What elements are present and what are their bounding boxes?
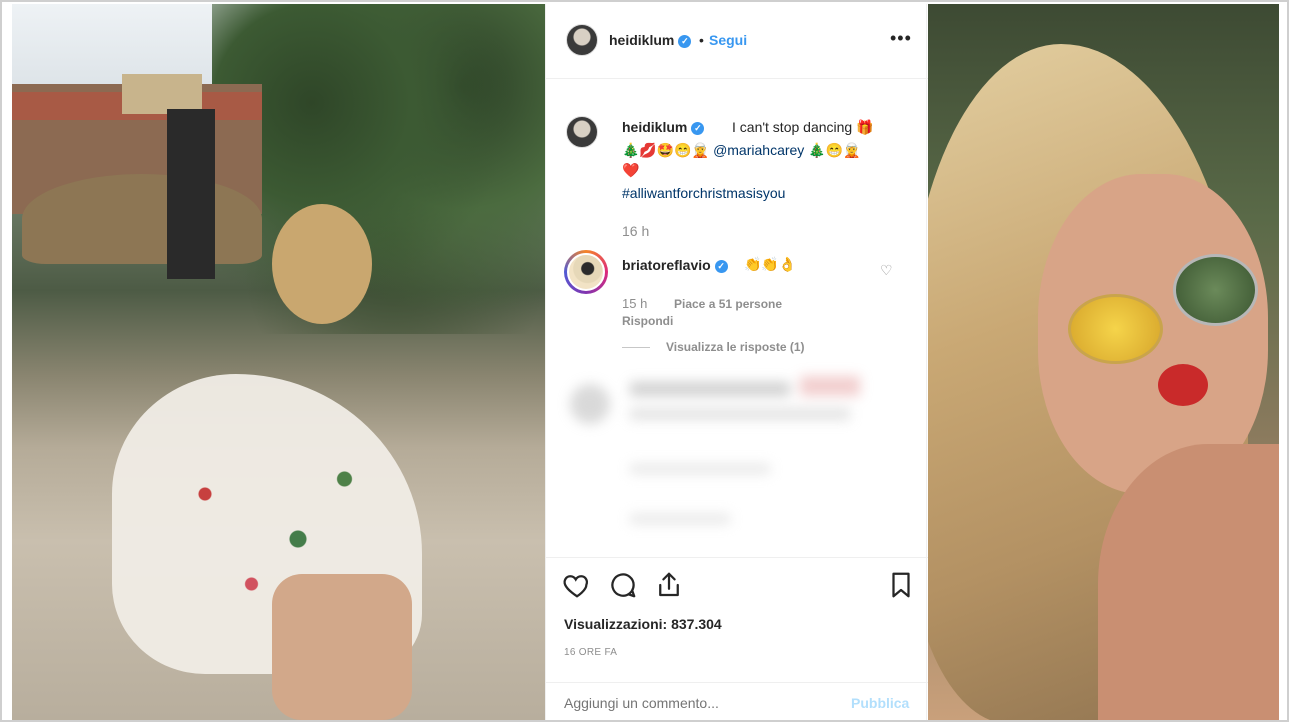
post-date[interactable]: 16 ORE FA [564, 647, 617, 658]
blurred-text [630, 464, 770, 474]
photo-person-legs [272, 574, 412, 720]
photo-straw-hut [22, 174, 262, 264]
comment-likes[interactable]: Piace a 51 persone [674, 297, 782, 311]
instagram-post-panel: heidiklum ✓ • Segui ••• heidiklum ✓ I can'… [545, 4, 928, 722]
right-photo-closeup [928, 4, 1279, 720]
caption-username[interactable]: heidiklum ✓ [622, 119, 705, 135]
follow-button[interactable]: Segui [709, 32, 747, 48]
caption-emojis: 🎄💋🤩😁🧝 [622, 142, 710, 158]
commenter-avatar-image [567, 253, 605, 291]
comment-timestamp[interactable]: 15 h [622, 296, 647, 311]
comment-username[interactable]: briatoreflavio ✓ [622, 257, 728, 273]
replies-divider [622, 347, 650, 349]
bookmark-icon[interactable] [886, 570, 916, 600]
caption-avatar[interactable] [566, 116, 598, 148]
mention-link[interactable]: @mariahcarey [713, 142, 804, 158]
photo-tower [122, 74, 202, 114]
screenshot-frame: heidiklum ✓ • Segui ••• heidiklum ✓ I can'… [0, 0, 1289, 722]
photo-red-lips [1158, 364, 1208, 406]
comment-username-text[interactable]: briatoreflavio [622, 257, 711, 273]
photo-sunglasses-lens-green [1173, 254, 1258, 326]
view-replies-label[interactable]: Visualizza le risposte (1) [666, 340, 805, 354]
caption-timestamp[interactable]: 16 h [622, 223, 649, 239]
blurred-avatar [570, 384, 610, 424]
comment-icon[interactable] [608, 570, 638, 600]
verified-badge-icon: ✓ [714, 259, 728, 273]
publish-button[interactable]: Pubblica [851, 695, 909, 711]
add-comment-bar: Pubblica [546, 682, 928, 724]
photo-sunglasses-lens-yellow [1068, 294, 1163, 364]
more-options-icon[interactable]: ••• [890, 28, 912, 49]
verified-badge-icon: ✓ [691, 121, 705, 135]
reply-button[interactable]: Rispondi [622, 314, 673, 328]
left-photo-dancing [12, 4, 545, 720]
header-separator: • [699, 32, 704, 48]
hashtag-link[interactable]: #alliwantforchristmasisyou [622, 185, 785, 201]
verified-badge-icon: ✓ [678, 34, 692, 48]
blurred-text [800, 376, 860, 396]
photo-reflector-panel [167, 109, 215, 279]
caption-line-3: ❤️ [622, 162, 640, 178]
heart-icon[interactable] [562, 570, 592, 600]
blurred-text [630, 514, 730, 524]
photo-person-head [272, 204, 372, 324]
caption-line-2: 🎄💋🤩😁🧝 @mariahcarey 🎄😁🧝 [622, 142, 861, 159]
post-actions: Visualizzazioni: 837.304 16 ORE FA Pubbl… [546, 557, 928, 722]
post-header: heidiklum ✓ • Segui ••• [546, 4, 928, 79]
header-username[interactable]: heidiklum ✓ [609, 32, 692, 48]
share-icon[interactable] [654, 570, 684, 600]
view-replies-button[interactable]: Visualizza le risposte (1) [622, 340, 805, 354]
blurred-text [630, 382, 790, 396]
comment-input[interactable] [564, 695, 824, 711]
comment-text: 👏👏👌 [744, 256, 797, 272]
caption-text: I can't stop dancing 🎁 [732, 119, 874, 135]
caption-username-text[interactable]: heidiklum [622, 119, 687, 135]
blurred-text [630, 408, 850, 420]
caption-emojis-tail: 🎄😁🧝 [808, 142, 861, 158]
header-username-text[interactable]: heidiklum [609, 32, 674, 48]
view-count[interactable]: Visualizzazioni: 837.304 [564, 616, 722, 632]
heart-small-icon[interactable]: ♡ [880, 262, 893, 279]
profile-avatar[interactable] [566, 24, 598, 56]
commenter-avatar[interactable] [564, 250, 608, 294]
blurred-comments [560, 364, 914, 554]
